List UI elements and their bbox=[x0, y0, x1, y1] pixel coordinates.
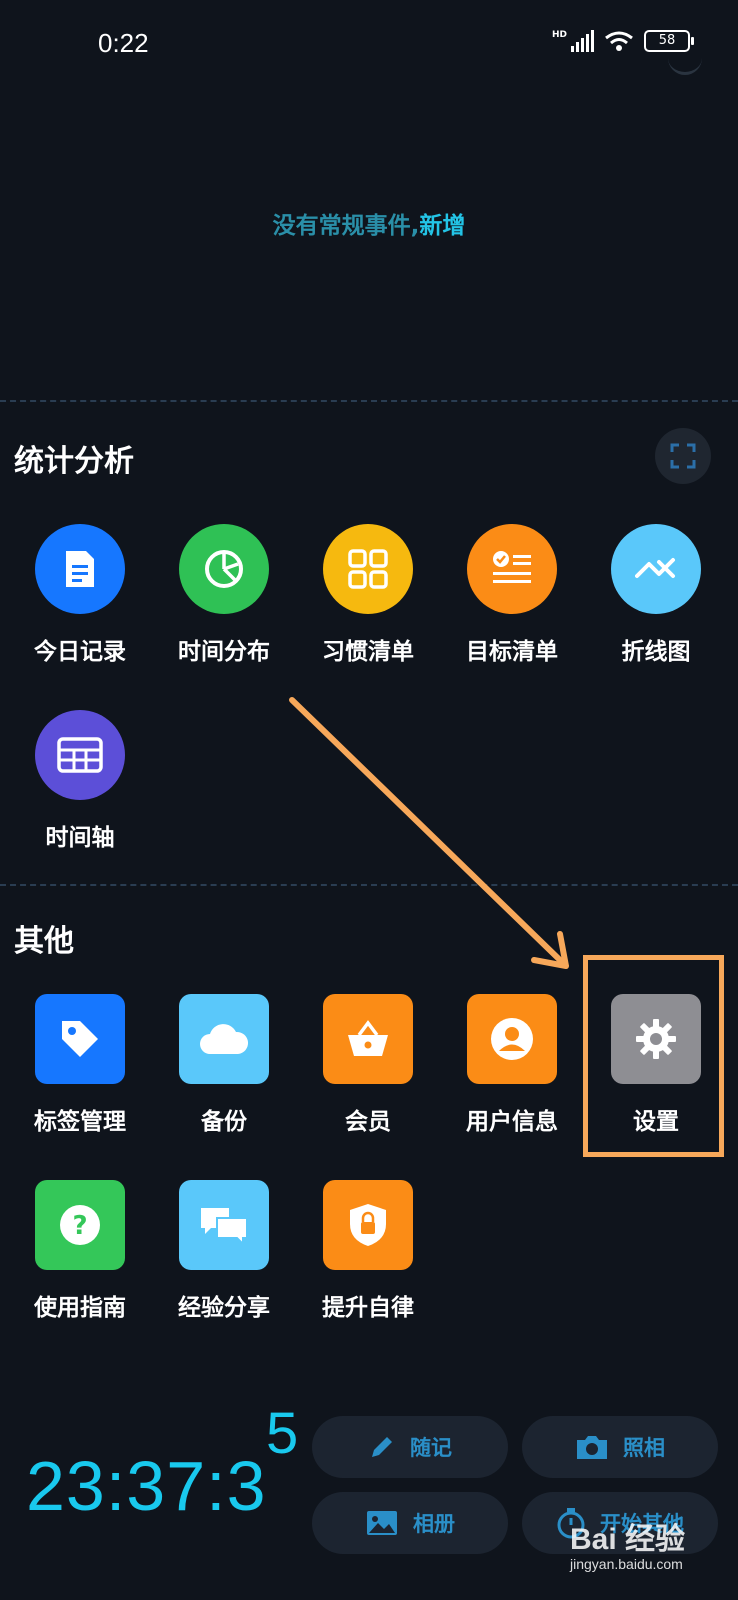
quick-note-button[interactable]: 随记 bbox=[312, 1416, 508, 1478]
watermark-brand: Bai 经验 bbox=[570, 1523, 686, 1556]
annotation-arrow bbox=[289, 697, 569, 969]
pencil-icon bbox=[372, 1437, 392, 1457]
watermark: Bai 经验 jingyan.baidu.com bbox=[570, 1514, 685, 1572]
album-button[interactable]: 相册 bbox=[312, 1492, 508, 1554]
camera-button[interactable]: 照相 bbox=[522, 1416, 718, 1478]
watermark-url: jingyan.baidu.com bbox=[570, 1556, 683, 1572]
image-icon bbox=[367, 1511, 397, 1535]
camera-icon bbox=[577, 1436, 607, 1459]
camera-label: 照相 bbox=[623, 1436, 665, 1460]
clock-seconds-digit: 5 bbox=[266, 1401, 299, 1466]
quick-note-label: 随记 bbox=[410, 1436, 452, 1460]
album-label: 相册 bbox=[413, 1512, 455, 1536]
clock-display: 23:37:3 bbox=[26, 1447, 267, 1525]
